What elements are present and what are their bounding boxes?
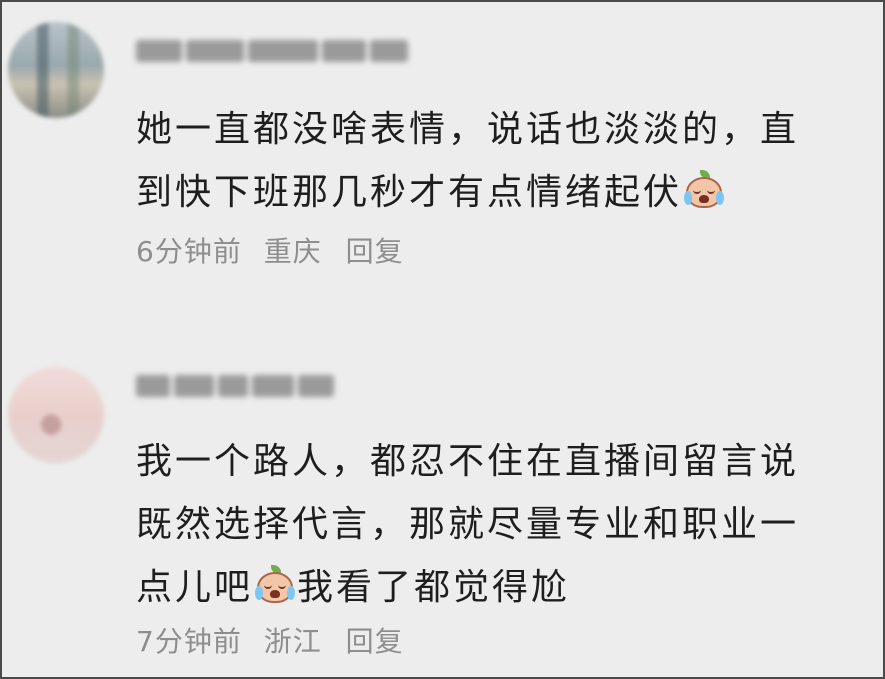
comment-list: 她一直都没啥表情，说话也淡淡的，直 到快下班那几秒才有点情绪起伏 6分钟前 重庆… xyxy=(0,0,885,679)
comment-line: 点儿吧 我看了都觉得尬 xyxy=(136,556,856,619)
comment-text-segment: 到快下班那几秒才有点情绪起伏 xyxy=(136,172,683,213)
comment-line: 到快下班那几秒才有点情绪起伏 xyxy=(136,161,856,224)
comment-text-segment: 点儿吧 xyxy=(136,567,254,608)
avatar[interactable] xyxy=(8,22,104,118)
comment-line: 既然选择代言，那就尽量专业和职业一 xyxy=(136,504,800,545)
comment-meta: 6分钟前 重庆 回复 xyxy=(136,230,416,270)
comment-text-segment: 我看了都觉得尬 xyxy=(297,567,571,608)
comment-meta: 7分钟前 浙江 回复 xyxy=(136,620,416,660)
crying-face-emoji-icon xyxy=(683,170,725,210)
comment-line: 我一个路人，都忍不住在直播间留言说 xyxy=(136,441,800,482)
avatar[interactable] xyxy=(8,367,104,463)
comment-location: 重庆 xyxy=(263,235,322,268)
username-blurred[interactable] xyxy=(136,40,408,64)
reply-button[interactable]: 回复 xyxy=(346,235,404,268)
comment-text: 她一直都没啥表情，说话也淡淡的，直 到快下班那几秒才有点情绪起伏 xyxy=(136,98,856,224)
reply-button[interactable]: 回复 xyxy=(346,625,404,658)
comment-time: 6分钟前 xyxy=(136,235,242,268)
username-blurred[interactable] xyxy=(136,375,334,399)
comment-line: 她一直都没啥表情，说话也淡淡的，直 xyxy=(136,109,800,150)
comment-location: 浙江 xyxy=(263,625,322,658)
crying-face-emoji-icon xyxy=(254,565,296,605)
comment-time: 7分钟前 xyxy=(136,625,242,658)
comment-text: 我一个路人，都忍不住在直播间留言说 既然选择代言，那就尽量专业和职业一 点儿吧 我… xyxy=(136,430,856,619)
